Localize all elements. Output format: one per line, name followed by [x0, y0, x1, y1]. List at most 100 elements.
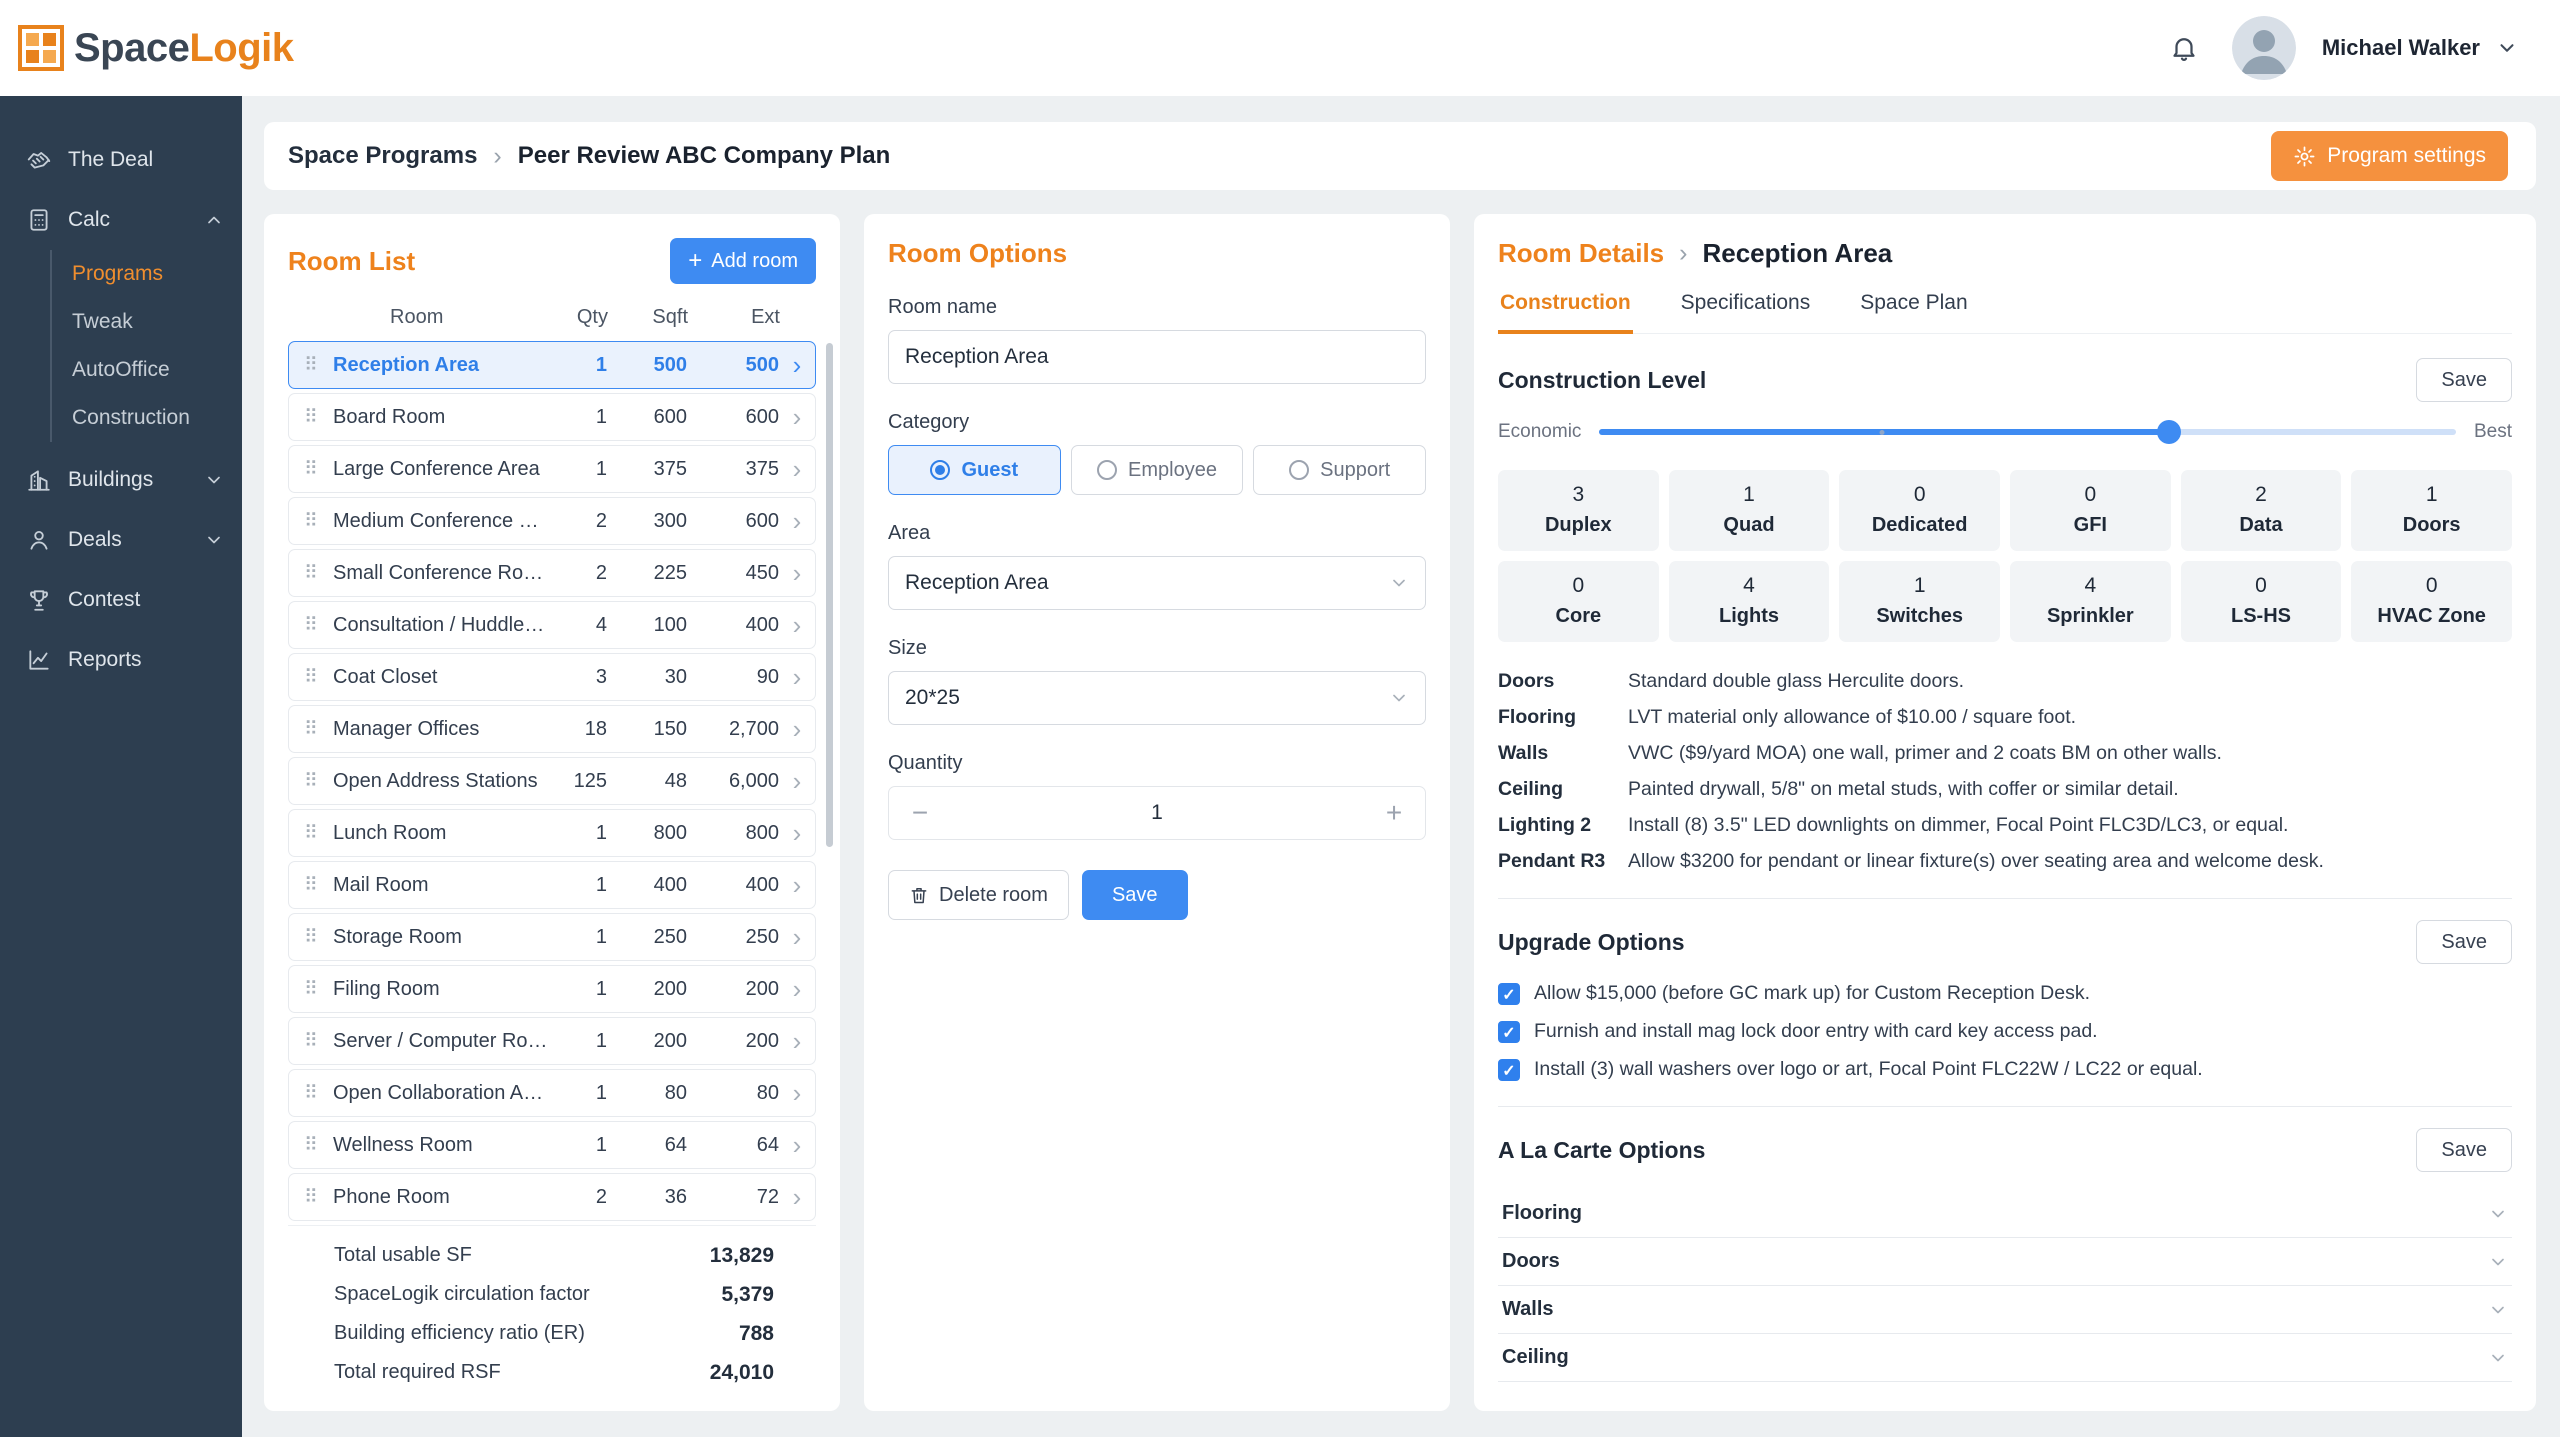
drag-handle-icon[interactable]: ⠿ [289, 562, 333, 585]
chevron-right-icon: › [779, 352, 815, 378]
upgrade-options-list: Allow $15,000 (before GC mark up) for Cu… [1498, 982, 2512, 1081]
alacarte-save-button[interactable]: Save [2416, 1128, 2512, 1172]
table-row[interactable]: ⠿ Mail Room 1 400 400 › [288, 861, 816, 909]
table-row[interactable]: ⠿ Lunch Room 1 800 800 › [288, 809, 816, 857]
stat-card: 4 Lights [1669, 561, 1830, 642]
table-row[interactable]: ⠿ Consultation / Huddle Ro... 4 100 400 … [288, 601, 816, 649]
drag-handle-icon[interactable]: ⠿ [289, 406, 333, 429]
table-row[interactable]: ⠿ Phone Room 2 36 72 › [288, 1173, 816, 1221]
drag-handle-icon[interactable]: ⠿ [289, 926, 333, 949]
program-settings-button[interactable]: Program settings [2271, 131, 2508, 181]
category-group: Guest Employee Support [888, 445, 1426, 495]
add-room-button[interactable]: + Add room [670, 238, 816, 284]
checkbox-icon[interactable] [1498, 1059, 1520, 1081]
drag-handle-icon[interactable]: ⠿ [289, 354, 333, 377]
drag-handle-icon[interactable]: ⠿ [289, 614, 333, 637]
quantity-increase-button[interactable]: + [1363, 799, 1425, 827]
upgrade-option[interactable]: Allow $15,000 (before GC mark up) for Cu… [1498, 982, 2512, 1005]
table-row[interactable]: ⠿ Large Conference Area 1 375 375 › [288, 445, 816, 493]
sidebar-subitem[interactable]: Tweak [64, 298, 242, 346]
size-select[interactable]: 20*25 [888, 671, 1426, 725]
upgrade-option[interactable]: Furnish and install mag lock door entry … [1498, 1020, 2512, 1043]
tab[interactable]: Space Plan [1858, 283, 1969, 334]
accordion-row[interactable]: Doors [1498, 1238, 2512, 1286]
drag-handle-icon[interactable]: ⠿ [289, 510, 333, 533]
table-row[interactable]: ⠿ Board Room 1 600 600 › [288, 393, 816, 441]
tab[interactable]: Specifications [1679, 283, 1813, 334]
area-select[interactable]: Reception Area [888, 556, 1426, 610]
room-name-input[interactable] [888, 330, 1426, 384]
checkbox-icon[interactable] [1498, 1021, 1520, 1043]
avatar[interactable] [2232, 16, 2296, 80]
upgrade-option[interactable]: Install (3) wall washers over logo or ar… [1498, 1058, 2512, 1081]
room-name: Open Address Stations [333, 770, 557, 793]
drag-handle-icon[interactable]: ⠿ [289, 666, 333, 689]
sidebar-item-buildings[interactable]: Buildings [0, 450, 242, 510]
brand-logo[interactable]: SpaceLogik [18, 25, 294, 71]
accordion-row[interactable]: Ceiling [1498, 1334, 2512, 1382]
drag-handle-icon[interactable]: ⠿ [289, 874, 333, 897]
spec-description: Allow $3200 for pendant or linear fixtur… [1628, 850, 2512, 873]
table-row[interactable]: ⠿ Manager Offices 18 150 2,700 › [288, 705, 816, 753]
sidebar-subitem[interactable]: Programs [64, 250, 242, 298]
category-option[interactable]: Support [1253, 445, 1426, 495]
drag-handle-icon[interactable]: ⠿ [289, 822, 333, 845]
upgrade-save-button[interactable]: Save [2416, 920, 2512, 964]
spec-description: Standard double glass Herculite doors. [1628, 670, 2512, 693]
table-row[interactable]: ⠿ Open Collaboration Area 1 80 80 › [288, 1069, 816, 1117]
user-menu[interactable]: Michael Walker [2322, 35, 2518, 61]
drag-handle-icon[interactable]: ⠿ [289, 1134, 333, 1157]
breadcrumb-space-programs[interactable]: Space Programs [288, 142, 477, 170]
quantity-decrease-button[interactable]: − [889, 799, 951, 827]
table-row[interactable]: ⠿ Server / Computer Room 1 200 200 › [288, 1017, 816, 1065]
table-row[interactable]: ⠿ Medium Conference Room 2 300 600 › [288, 497, 816, 545]
table-row[interactable]: ⠿ Open Address Stations 125 48 6,000 › [288, 757, 816, 805]
delete-room-button[interactable]: Delete room [888, 870, 1069, 920]
table-row[interactable]: ⠿ Coat Closet 3 30 90 › [288, 653, 816, 701]
table-row[interactable]: ⠿ Filing Room 1 200 200 › [288, 965, 816, 1013]
table-row[interactable]: ⠿ Small Conference Room 2 225 450 › [288, 549, 816, 597]
sidebar-item-calc[interactable]: Calc [0, 190, 242, 250]
checkbox-icon[interactable] [1498, 983, 1520, 1005]
scrollbar-thumb[interactable] [826, 343, 833, 847]
sidebar-subitem[interactable]: AutoOffice [64, 346, 242, 394]
sidebar-item-deals[interactable]: Deals [0, 510, 242, 570]
stat-value: 0 [1845, 483, 1994, 507]
room-ext: 450 [687, 562, 779, 585]
room-ext: 200 [687, 1030, 779, 1053]
category-option[interactable]: Guest [888, 445, 1061, 495]
sidebar-subitem[interactable]: Construction [64, 394, 242, 442]
notifications-button[interactable] [2162, 26, 2206, 70]
drag-handle-icon[interactable]: ⠿ [289, 770, 333, 793]
drag-handle-icon[interactable]: ⠿ [289, 1186, 333, 1209]
table-row[interactable]: ⠿ Wellness Room 1 64 64 › [288, 1121, 816, 1169]
room-sqft: 250 [607, 926, 687, 949]
accordion-row[interactable]: Walls [1498, 1286, 2512, 1334]
table-row[interactable]: ⠿ Storage Room 1 250 250 › [288, 913, 816, 961]
sidebar-item-contest[interactable]: Contest [0, 570, 242, 630]
sidebar-item-reports[interactable]: Reports [0, 630, 242, 690]
table-row[interactable]: ⠿ Reception Area 1 500 500 › [288, 341, 816, 389]
sidebar-item-the-deal[interactable]: The Deal [0, 130, 242, 190]
spec-term: Doors [1498, 670, 1628, 693]
tab[interactable]: Construction [1498, 283, 1633, 334]
drag-handle-icon[interactable]: ⠿ [289, 978, 333, 1001]
room-sqft: 150 [607, 718, 687, 741]
construction-level-slider: Economic Best [1498, 420, 2512, 444]
save-button[interactable]: Save [1082, 870, 1188, 920]
drag-handle-icon[interactable]: ⠿ [289, 1030, 333, 1053]
room-ext: 400 [687, 614, 779, 637]
room-details-title[interactable]: Room Details [1498, 238, 1664, 269]
slider-track[interactable] [1599, 420, 2456, 444]
accordion-row[interactable]: Flooring [1498, 1190, 2512, 1238]
spec-description: VWC ($9/yard MOA) one wall, primer and 2… [1628, 742, 2512, 765]
construction-save-button[interactable]: Save [2416, 358, 2512, 402]
drag-handle-icon[interactable]: ⠿ [289, 1082, 333, 1105]
category-option[interactable]: Employee [1071, 445, 1244, 495]
drag-handle-icon[interactable]: ⠿ [289, 458, 333, 481]
drag-handle-icon[interactable]: ⠿ [289, 718, 333, 741]
column-header-ext: Ext [688, 306, 780, 329]
slider-handle[interactable] [2157, 420, 2181, 444]
room-list-summary: Total usable SF 13,829 SpaceLogik circul… [288, 1225, 816, 1394]
brand-logo-icon [18, 25, 64, 71]
